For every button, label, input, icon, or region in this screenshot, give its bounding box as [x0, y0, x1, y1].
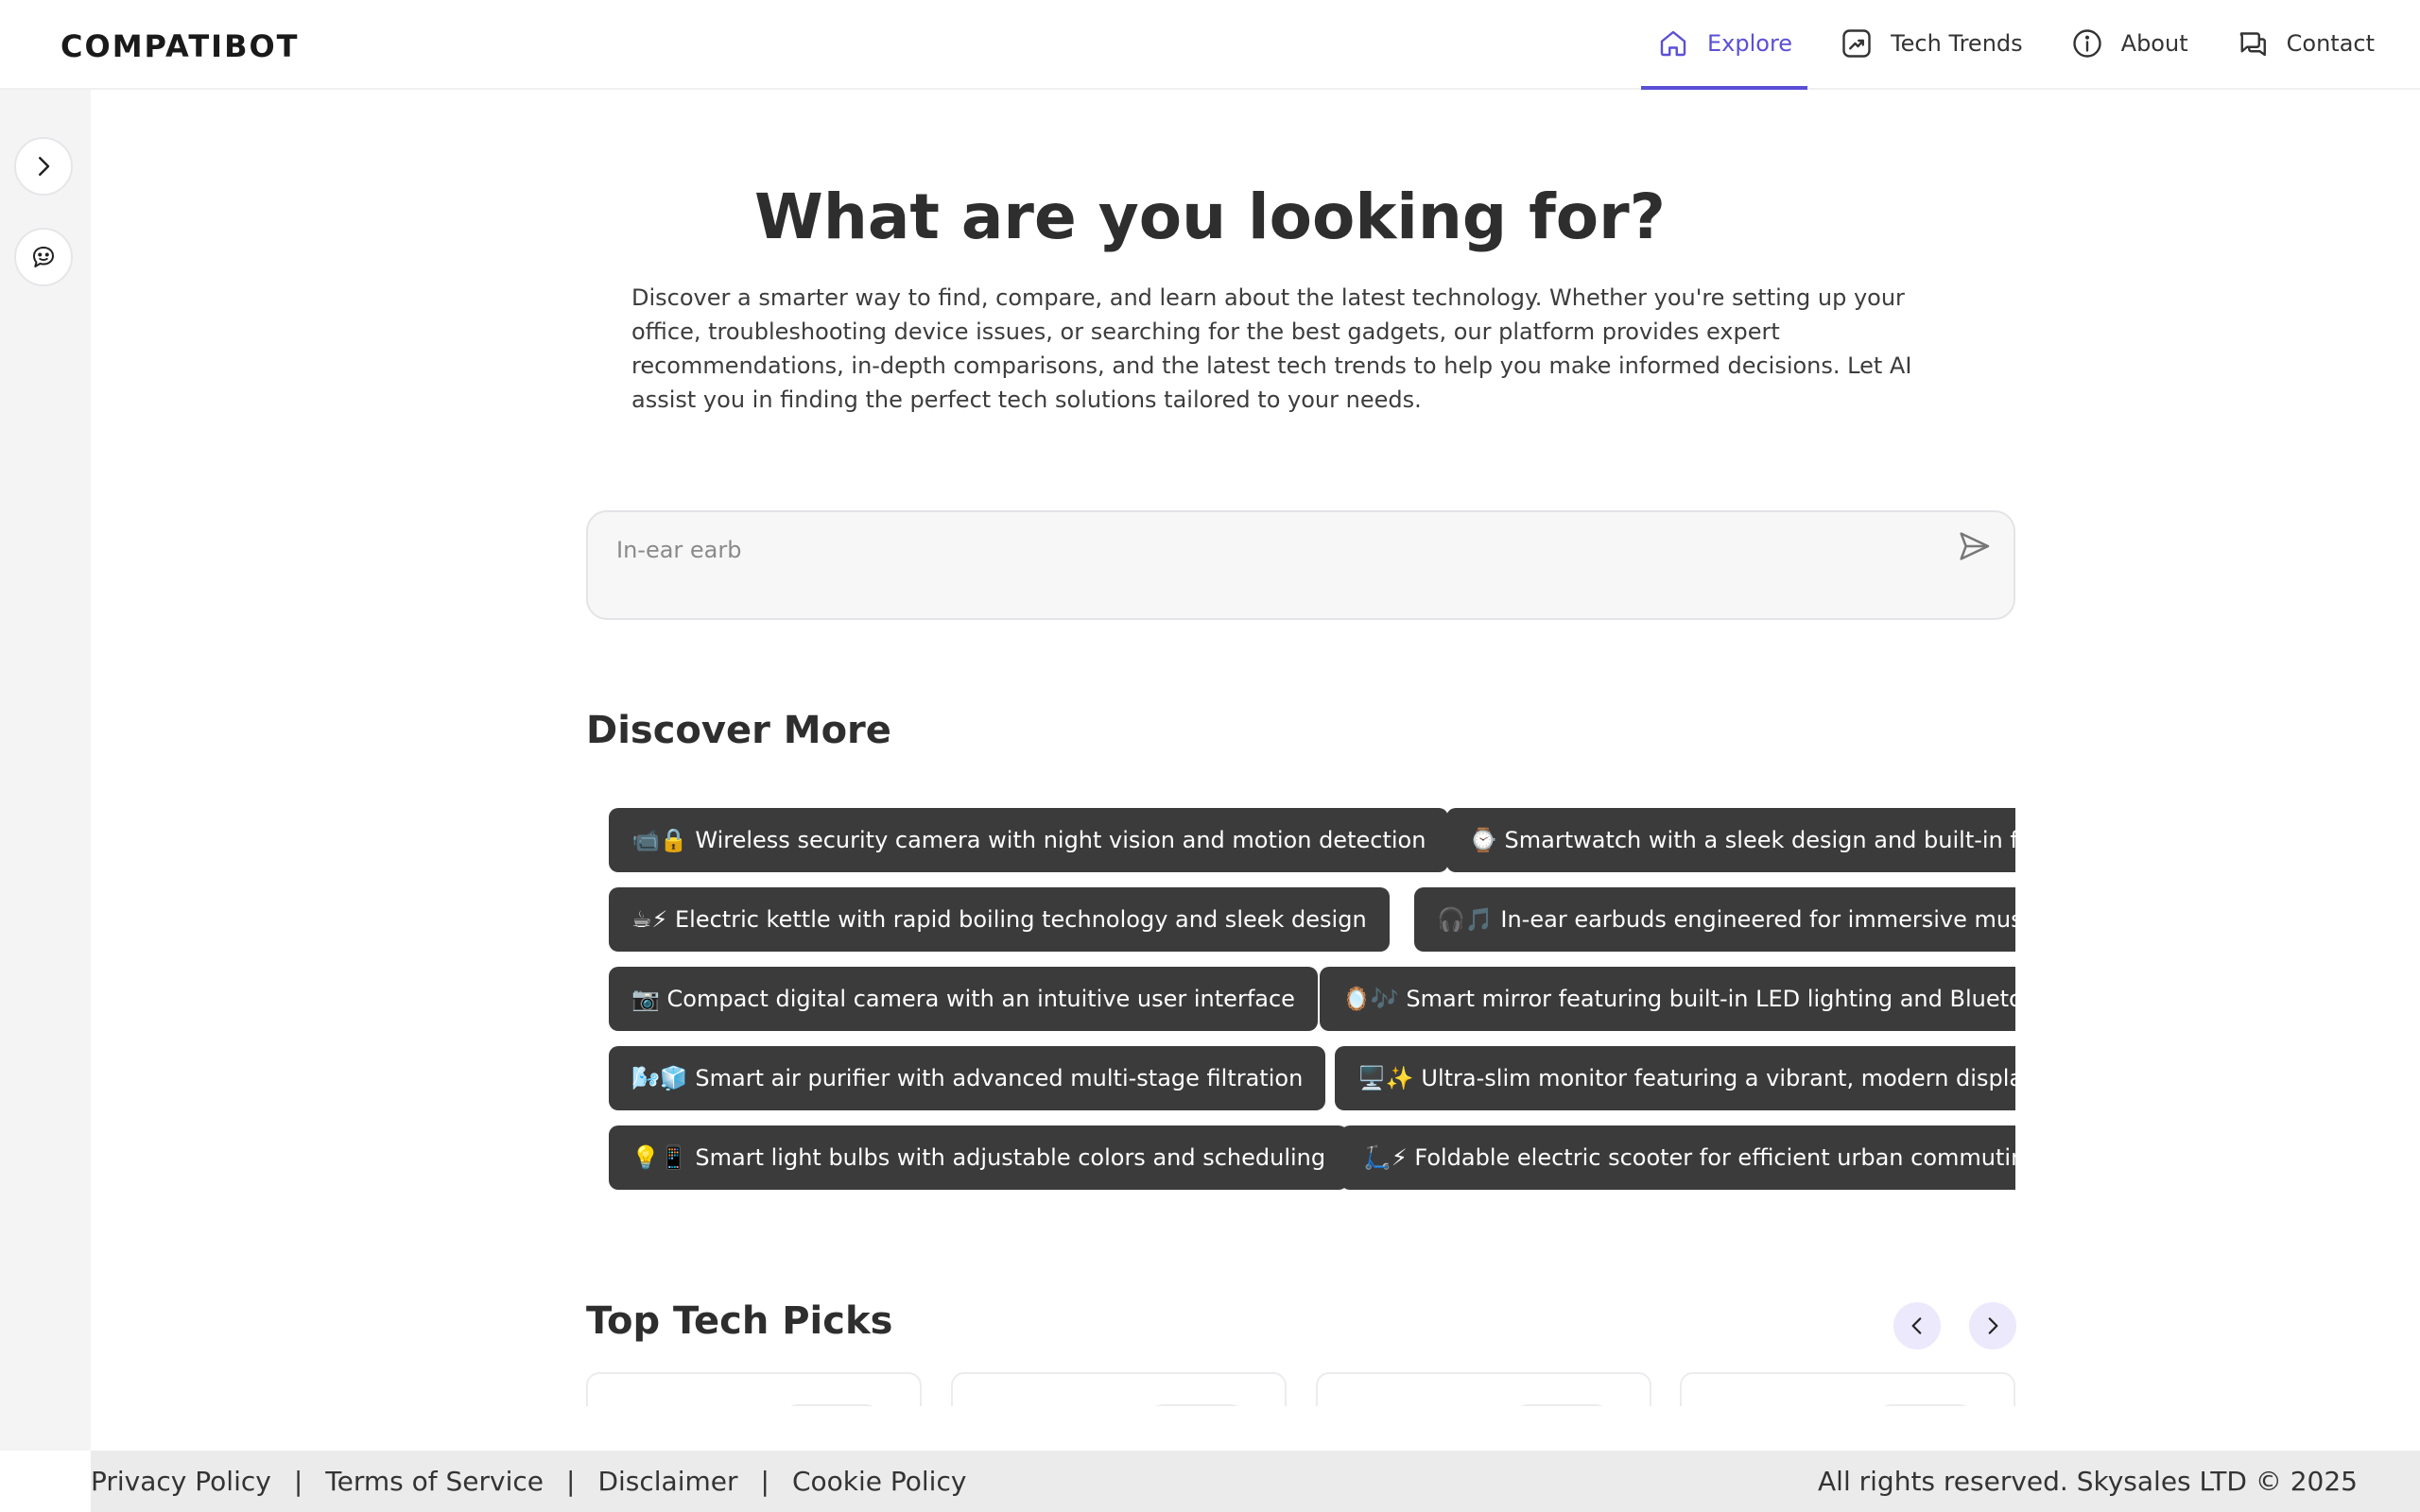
chip-electric-scooter[interactable]: 🛴⚡ Foldable electric scooter for efficie…: [1340, 1125, 2015, 1190]
chip-smart-mirror[interactable]: 🪞🎶 Smart mirror featuring built-in LED l…: [1320, 967, 2015, 1031]
footer: Privacy Policy | Terms of Service | Disc…: [91, 1451, 2420, 1512]
sidebar: [0, 90, 91, 1451]
nav-tech-trends-label: Tech Trends: [1891, 29, 2023, 57]
product-card[interactable]: [951, 1372, 1287, 1406]
product-thumbnail: [780, 1404, 884, 1406]
trend-icon: [1842, 28, 1871, 58]
info-icon: [2072, 28, 2101, 58]
carousel-next-button[interactable]: [1969, 1302, 2016, 1349]
intro-text: Discover a smarter way to find, compare,…: [631, 284, 1912, 413]
chip-smartwatch[interactable]: ⌚ Smartwatch with a sleek design and bui…: [1446, 808, 2015, 872]
footer-link-disclaimer[interactable]: Disclaimer: [597, 1466, 737, 1497]
chip-row: 📷 Compact digital camera with an intuiti…: [586, 967, 2015, 1031]
nav-contact[interactable]: Contact: [2221, 0, 2390, 90]
chip-row: ☕⚡ Electric kettle with rapid boiling te…: [586, 887, 2015, 952]
search-input[interactable]: [616, 531, 1921, 569]
product-thumbnail: [1510, 1404, 1614, 1406]
chevron-left-icon: [1911, 1317, 1922, 1334]
product-card[interactable]: [1316, 1372, 1651, 1406]
discover-chips: 📹🔒 Wireless security camera with night v…: [586, 808, 2015, 1290]
chip-digital-camera[interactable]: 📷 Compact digital camera with an intuiti…: [609, 967, 1318, 1031]
page-title: What are you looking for?: [754, 180, 1666, 253]
discover-more-title: Discover More: [586, 709, 891, 752]
footer-link-terms-of-service[interactable]: Terms of Service: [325, 1466, 544, 1497]
top-navigation-bar: COMPATIBOT Explore Tech Trends About Con…: [0, 0, 2420, 90]
brand-logo[interactable]: COMPATIBOT: [60, 28, 299, 64]
chip-row: 📹🔒 Wireless security camera with night v…: [586, 808, 2015, 872]
nav-explore[interactable]: Explore: [1641, 0, 1808, 90]
footer-separator: |: [760, 1466, 769, 1497]
chip-in-ear-earbuds[interactable]: 🎧🎵 In-ear earbuds engineered for immersi…: [1414, 887, 2015, 952]
copyright-text: All rights reserved. Skysales LTD © 2025: [1818, 1466, 2358, 1497]
chip-ultra-slim-monitor[interactable]: 🖥️✨ Ultra-slim monitor featuring a vibra…: [1335, 1046, 2015, 1110]
product-thumbnail: [1874, 1404, 1978, 1406]
main-content: What are you looking for? Discover a sma…: [91, 90, 2420, 1451]
footer-separator: |: [293, 1466, 303, 1497]
home-icon: [1660, 30, 1686, 56]
footer-links: Privacy Policy | Terms of Service | Disc…: [91, 1466, 966, 1497]
top-tech-picks-title: Top Tech Picks: [586, 1299, 893, 1343]
nav-about-label: About: [2120, 29, 2188, 57]
footer-separator: |: [566, 1466, 576, 1497]
nav-tech-trends[interactable]: Tech Trends: [1824, 0, 2038, 90]
chevron-right-icon: [39, 157, 50, 176]
chevron-right-icon: [1988, 1317, 1998, 1334]
send-icon[interactable]: [1955, 527, 1993, 565]
nav-about[interactable]: About: [2055, 0, 2204, 90]
chat-icon: [2239, 31, 2266, 56]
main-nav: Explore Tech Trends About Contact: [1624, 0, 2390, 90]
chip-security-camera[interactable]: 📹🔒 Wireless security camera with night v…: [609, 808, 1449, 872]
chip-smart-light-bulbs[interactable]: 💡📱 Smart light bulbs with adjustable col…: [609, 1125, 1349, 1190]
footer-link-privacy-policy[interactable]: Privacy Policy: [91, 1466, 271, 1497]
top-picks-carousel: [586, 1372, 2015, 1406]
chip-row: 💡📱 Smart light bulbs with adjustable col…: [586, 1125, 2015, 1190]
search-box: [586, 510, 2015, 620]
footer-link-cookie-policy[interactable]: Cookie Policy: [792, 1466, 966, 1497]
chip-air-purifier[interactable]: 🌬️🧊 Smart air purifier with advanced mul…: [609, 1046, 1326, 1110]
carousel-prev-button[interactable]: [1893, 1302, 1941, 1349]
nav-contact-label: Contact: [2286, 29, 2375, 57]
nav-explore-label: Explore: [1707, 29, 1793, 57]
chip-row: 🌬️🧊 Smart air purifier with advanced mul…: [586, 1046, 2015, 1110]
product-card[interactable]: [586, 1372, 922, 1406]
product-thumbnail: [1145, 1404, 1249, 1406]
chip-electric-kettle[interactable]: ☕⚡ Electric kettle with rapid boiling te…: [609, 887, 1390, 952]
product-card[interactable]: [1680, 1372, 2015, 1406]
